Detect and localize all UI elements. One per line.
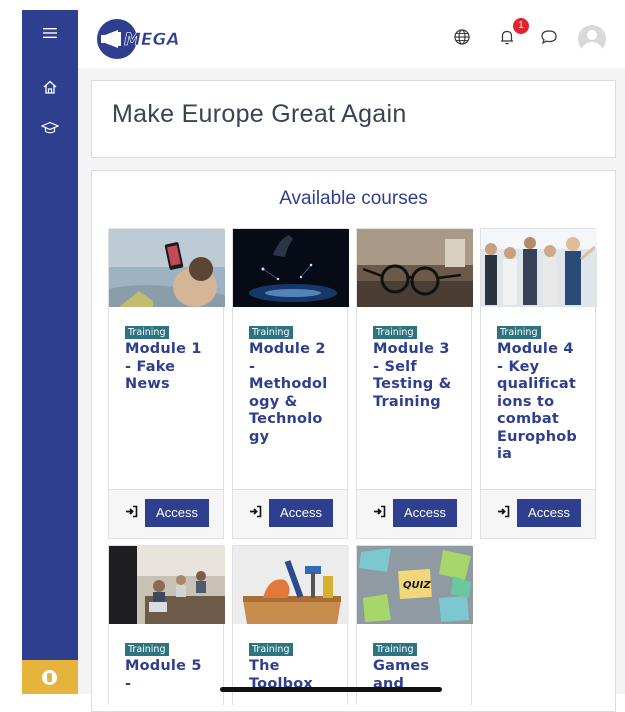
- course-card[interactable]: Training Module 1 - Fake News Access: [108, 228, 225, 539]
- course-tag: Training: [373, 326, 417, 339]
- course-name-line: News: [125, 376, 170, 392]
- course-name-line: Europhob: [497, 428, 577, 445]
- bell-icon[interactable]: [498, 28, 516, 50]
- course-card[interactable]: Training Module 3 - Self Testing & Train…: [356, 228, 473, 539]
- course-name-line: - Key: [497, 358, 540, 375]
- course-name-line: The: [249, 658, 280, 674]
- course-name-line: Technolo: [249, 411, 323, 427]
- course-name-line: ogy &: [249, 393, 298, 410]
- course-tag: Training: [125, 643, 169, 656]
- access-button[interactable]: Access: [145, 499, 209, 527]
- sidebar: [22, 10, 78, 694]
- home-icon[interactable]: [22, 79, 78, 95]
- course-name-line: Games: [373, 658, 430, 674]
- course-name-line: -: [249, 358, 256, 375]
- enter-icon: [373, 503, 386, 522]
- course-footer: Access: [481, 489, 595, 538]
- course-name[interactable]: Module 3 - Self Testing & Training: [373, 341, 469, 411]
- page-header-card: Make Europe Great Again: [91, 80, 616, 158]
- course-name-line: Module 3: [373, 341, 450, 357]
- course-footer: Access: [357, 489, 471, 538]
- course-tag: Training: [497, 326, 541, 339]
- course-image[interactable]: [233, 229, 349, 307]
- course-tag: Training: [249, 326, 293, 339]
- course-image[interactable]: [233, 546, 349, 624]
- site-logo[interactable]: MEGA: [96, 18, 186, 60]
- enter-icon: [125, 503, 138, 522]
- course-name-line: ia: [497, 446, 513, 462]
- course-image[interactable]: [481, 229, 597, 307]
- home-indicator[interactable]: [220, 687, 442, 692]
- left-edge: [0, 0, 22, 694]
- page-title: Make Europe Great Again: [112, 100, 407, 128]
- course-name-line: -: [125, 675, 132, 692]
- course-tag: Training: [373, 643, 417, 656]
- course-name-line: qualificat: [497, 376, 577, 392]
- course-name-line: Training: [373, 393, 441, 410]
- course-name[interactable]: Module 2 - Methodol ogy & Technolo gy: [249, 341, 345, 446]
- course-card[interactable]: QUIZ Training Games and: [356, 545, 473, 705]
- course-name-line: Module 5: [125, 658, 202, 674]
- course-image[interactable]: [357, 229, 473, 307]
- course-footer: Access: [233, 489, 347, 538]
- globe-icon[interactable]: [453, 28, 471, 50]
- course-image[interactable]: [109, 229, 225, 307]
- course-name[interactable]: Module 5 -: [125, 658, 221, 693]
- top-header: MEGA: [78, 10, 625, 69]
- course-name-line: ions to: [497, 393, 555, 410]
- hamburger-icon[interactable]: [22, 27, 78, 39]
- chat-icon[interactable]: [540, 28, 558, 50]
- course-image[interactable]: QUIZ: [357, 546, 473, 624]
- course-image[interactable]: [109, 546, 225, 624]
- course-card[interactable]: Training Module 2 - Methodol ogy & Techn…: [232, 228, 349, 539]
- courses-heading: Available courses: [279, 188, 428, 209]
- enter-icon: [249, 503, 262, 522]
- accessibility-button[interactable]: [22, 660, 78, 694]
- course-name[interactable]: Module 1 - Fake News: [125, 341, 221, 394]
- access-button[interactable]: Access: [517, 499, 581, 527]
- notification-badge: 1: [513, 18, 529, 34]
- course-footer: Access: [109, 489, 223, 538]
- course-name-line: Module 1: [125, 341, 202, 357]
- access-button[interactable]: Access: [393, 499, 457, 527]
- course-card[interactable]: Training Module 5 -: [108, 545, 225, 705]
- course-name[interactable]: Module 4 - Key qualificat ions to combat…: [497, 341, 593, 464]
- course-name-line: Testing &: [373, 376, 452, 392]
- user-avatar[interactable]: [578, 25, 606, 53]
- course-name-line: Module 2: [249, 341, 326, 357]
- graduation-cap-icon[interactable]: [22, 121, 78, 135]
- course-name-line: - Self: [373, 358, 417, 375]
- course-name-line: - Fake: [125, 358, 176, 375]
- logo-text: MEGA: [124, 30, 180, 50]
- course-name-line: Module 4: [497, 341, 574, 357]
- enter-icon: [497, 503, 510, 522]
- course-tag: Training: [249, 643, 293, 656]
- accessibility-icon: [42, 670, 57, 685]
- course-card[interactable]: Training The Toolbox: [232, 545, 349, 705]
- course-name-line: Methodol: [249, 376, 328, 392]
- course-card[interactable]: Training Module 4 - Key qualificat ions …: [480, 228, 597, 539]
- course-tag: Training: [125, 326, 169, 339]
- course-name-line: gy: [249, 428, 270, 445]
- quiz-image-text: QUIZ: [403, 580, 431, 591]
- access-button[interactable]: Access: [269, 499, 333, 527]
- course-name-line: combat: [497, 411, 559, 427]
